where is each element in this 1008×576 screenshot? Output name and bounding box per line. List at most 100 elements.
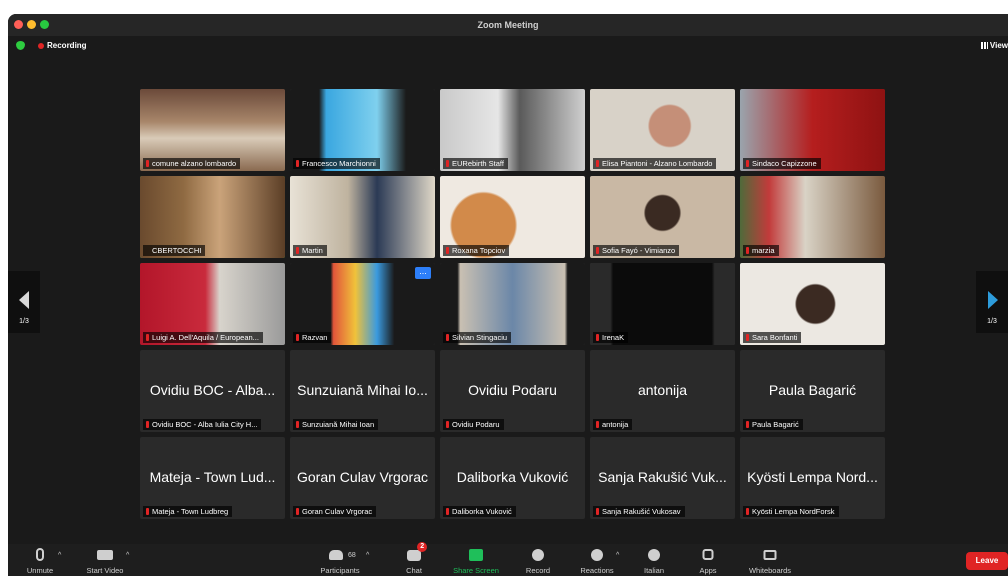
participant-tile[interactable]: Paula Bagarić Paula Bagarić <box>740 350 885 432</box>
participant-name: Francesco Marchionni <box>302 159 376 168</box>
reactions-label: Reactions <box>580 566 614 575</box>
title-bar: Zoom Meeting <box>8 14 1008 36</box>
recording-label[interactable]: Recording <box>47 41 87 50</box>
video-off-icon <box>97 550 113 560</box>
chat-label: Chat <box>406 566 422 575</box>
participants-button[interactable]: 68 ^ Participants <box>308 544 372 576</box>
muted-mic-icon <box>146 334 149 341</box>
muted-mic-icon <box>746 247 749 254</box>
unmute-button[interactable]: ^ Unmute <box>18 544 62 576</box>
participant-tile[interactable]: Silvian Stingaciu <box>440 263 585 345</box>
participant-tile[interactable]: Sindaco Capizzone <box>740 89 885 171</box>
shield-icon[interactable] <box>16 41 25 50</box>
interpretation-button[interactable]: Italian <box>634 544 674 576</box>
zoom-window: Zoom Meeting Recording View 1/3 1/3 comu… <box>8 14 1008 576</box>
next-page-button[interactable]: 1/3 <box>976 271 1008 333</box>
participant-tile[interactable]: marzia <box>740 176 885 258</box>
meeting-status-bar: Recording View <box>8 36 1008 56</box>
muted-mic-icon <box>596 160 599 167</box>
leave-button[interactable]: Leave <box>966 552 1008 570</box>
participant-tile[interactable]: IrenaK <box>590 263 735 345</box>
muted-mic-icon <box>596 508 599 515</box>
share-screen-button[interactable]: Share Screen <box>446 544 506 576</box>
more-options-button[interactable]: ... <box>415 267 431 279</box>
participant-name-tag: Goran Culav Vrgorac <box>293 506 377 517</box>
participant-name: Sanja Rakušić Vukosav <box>602 507 681 516</box>
participant-tile[interactable]: ... Razvan <box>290 263 435 345</box>
participant-name: Luigi A. Dell'Aquila / European... <box>152 333 259 342</box>
muted-mic-icon <box>296 334 299 341</box>
participant-tile[interactable]: Sanja Rakušić Vuk... Sanja Rakušić Vukos… <box>590 437 735 519</box>
participant-tile[interactable]: Mateja - Town Lud... Mateja - Town Ludbr… <box>140 437 285 519</box>
participant-tile[interactable]: Roxana Topciov <box>440 176 585 258</box>
muted-mic-icon <box>446 421 449 428</box>
page-indicator-right: 1/3 <box>987 318 997 325</box>
whiteboards-label: Whiteboards <box>748 566 792 575</box>
window-title: Zoom Meeting <box>477 20 539 30</box>
participant-tile-active-speaker[interactable]: CBERTOCCHI <box>140 176 285 258</box>
participant-tile[interactable]: Daliborka Vuković Daliborka Vuković <box>440 437 585 519</box>
participant-tile[interactable]: Sunzuiană Mihai Io... Sunzuiană Mihai Io… <box>290 350 435 432</box>
muted-mic-icon <box>446 160 449 167</box>
participant-name: Razvan <box>302 333 328 342</box>
participant-name-tag: Paula Bagarić <box>743 419 803 430</box>
view-button[interactable]: View <box>980 41 1008 50</box>
start-video-button[interactable]: ^ Start Video <box>74 544 136 576</box>
participant-tile[interactable]: Kyösti Lempa Nord... Kyösti Lempa NordFo… <box>740 437 885 519</box>
participants-label: Participants <box>320 566 360 575</box>
participant-tile[interactable]: Francesco Marchionni <box>290 89 435 171</box>
smiley-icon <box>591 549 603 561</box>
participant-name-tag: Mateja - Town Ludbreg <box>143 506 233 517</box>
participant-name-tag: Sunzuiană Mihai Ioan <box>293 419 379 430</box>
participant-display-name: Daliborka Vuković <box>456 469 569 485</box>
participant-name-tag: marzia <box>743 245 779 256</box>
muted-mic-icon <box>296 508 299 515</box>
participant-tile[interactable]: antonija antonija <box>590 350 735 432</box>
chat-button[interactable]: 2 Chat <box>394 542 434 576</box>
participant-name-tag: Silvian Stingaciu <box>443 332 512 343</box>
participant-tile[interactable]: EURebirth Staff <box>440 89 585 171</box>
participant-tile[interactable]: Ovidiu Podaru Ovidiu Podaru <box>440 350 585 432</box>
participant-name: Roxana Topciov <box>452 246 506 255</box>
participant-tile[interactable]: Luigi A. Dell'Aquila / European... <box>140 263 285 345</box>
participant-name-tag: Roxana Topciov <box>443 245 510 256</box>
chevron-left-icon <box>19 291 29 309</box>
view-label: View <box>989 41 1008 50</box>
record-button[interactable]: Record <box>516 544 560 576</box>
muted-mic-icon <box>146 421 149 428</box>
participant-display-name: Paula Bagarić <box>768 382 857 398</box>
recording-dot-icon <box>38 43 44 49</box>
muted-mic-icon <box>746 334 749 341</box>
participant-name: Sunzuiană Mihai Ioan <box>302 420 375 429</box>
reactions-button[interactable]: ^ Reactions <box>570 544 624 576</box>
participant-tile[interactable]: Sofia Fayó - Vimianzo <box>590 176 735 258</box>
muted-mic-icon <box>446 247 449 254</box>
participant-tile[interactable]: Goran Culav Vrgorac Goran Culav Vrgorac <box>290 437 435 519</box>
chat-unread-badge: 2 <box>417 542 428 552</box>
muted-mic-icon <box>446 334 449 341</box>
participant-name: Sofia Fayó - Vimianzo <box>602 246 676 255</box>
participant-tile[interactable]: Martin <box>290 176 435 258</box>
unmute-label: Unmute <box>26 566 54 575</box>
participant-display-name: Sunzuiană Mihai Io... <box>297 382 428 398</box>
participant-name: Silvian Stingaciu <box>452 333 508 342</box>
muted-mic-icon <box>746 160 749 167</box>
previous-page-button[interactable]: 1/3 <box>8 271 40 333</box>
apps-button[interactable]: Apps <box>688 544 728 576</box>
participant-name: Daliborka Vuković <box>452 507 512 516</box>
participant-display-name: Ovidiu BOC - Alba... <box>149 382 276 398</box>
participant-tile[interactable]: comune alzano lombardo <box>140 89 285 171</box>
share-screen-label: Share Screen <box>453 566 499 575</box>
participant-tile[interactable]: Elisa Piantoni - Alzano Lombardo <box>590 89 735 171</box>
video-grid: comune alzano lombardo Francesco Marchio… <box>140 89 890 519</box>
participant-tile[interactable]: Sara Bonfanti <box>740 263 885 345</box>
whiteboards-button[interactable]: Whiteboards <box>738 544 802 576</box>
muted-mic-icon <box>746 421 749 428</box>
record-label: Record <box>525 566 551 575</box>
participant-name: Sindaco Capizzone <box>752 159 817 168</box>
participant-name: Ovidiu BOC - Alba Iulia City H... <box>152 420 258 429</box>
participant-name-tag: Martin <box>293 245 327 256</box>
participant-display-name: Kyösti Lempa Nord... <box>747 469 878 485</box>
participant-name: Elisa Piantoni - Alzano Lombardo <box>602 159 713 168</box>
participant-tile[interactable]: Ovidiu BOC - Alba... Ovidiu BOC - Alba I… <box>140 350 285 432</box>
